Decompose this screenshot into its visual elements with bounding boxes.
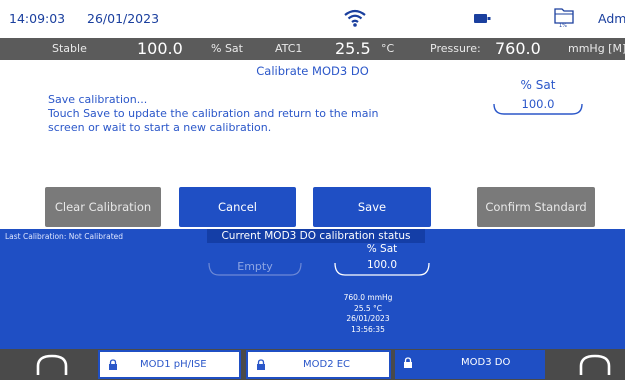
calibration-status-title: Current MOD3 DO calibration status (207, 229, 425, 243)
calibration-status-panel: Last Calibration: Not Calibrated Current… (0, 229, 625, 349)
calibration-time: 13:56:35 (351, 324, 385, 334)
calibration-date: 26/01/2023 (346, 314, 390, 323)
confirm-standard-button[interactable]: Confirm Standard (477, 187, 595, 227)
battery-icon (474, 14, 491, 23)
wifi-icon (344, 9, 366, 27)
empty-slot-bracket-icon (208, 262, 302, 276)
reading-unit: % Sat (211, 42, 243, 55)
calibrated-slot-bracket-icon (334, 262, 430, 276)
lock-icon (257, 359, 265, 370)
standard-bracket-icon (493, 103, 583, 115)
calibration-temperature: 25.5 °C (353, 303, 383, 313)
pressure-value: 760.0 (495, 39, 541, 58)
tab-mod3-do[interactable]: MOD3 DO (395, 350, 545, 379)
module-tab-bar: MOD1 pH/ISE MOD2 EC MOD3 DO (0, 349, 625, 380)
tab-label: MOD3 DO (461, 357, 511, 368)
user-name[interactable]: Admi (598, 11, 625, 26)
pressure-unit: mmHg [M] (568, 42, 625, 55)
save-button[interactable]: Save (313, 187, 431, 227)
temperature-unit: °C (381, 42, 395, 55)
clear-calibration-button[interactable]: Clear Calibration (45, 187, 161, 227)
lock-icon (109, 359, 117, 370)
atc-label: ATC1 (275, 42, 303, 55)
reading-bar: Stable 100.0 % Sat ATC1 25.5 °C Pressure… (0, 38, 625, 60)
calibrated-slot: % Sat 100.0 (333, 243, 431, 279)
tab-label: MOD2 EC (303, 359, 351, 370)
stability-status: Stable (52, 42, 87, 55)
tab-mod1-ph-ise[interactable]: MOD1 pH/ISE (98, 350, 241, 379)
calibration-message: Save calibration... Touch Save to update… (48, 93, 468, 135)
right-probe-button[interactable] (535, 349, 625, 380)
empty-slot: Empty (207, 253, 303, 277)
tab-mod2-ec[interactable]: MOD2 EC (246, 350, 391, 379)
message-line-3: screen or wait to start a new calibratio… (48, 121, 272, 134)
cancel-button[interactable]: Cancel (179, 187, 296, 227)
headset-icon (579, 354, 611, 375)
message-line-2: Touch Save to update the calibration and… (48, 107, 379, 120)
last-calibration-text: Last Calibration: Not Calibrated (5, 232, 124, 241)
storage-folder-icon[interactable]: 1% (553, 5, 575, 29)
reading-value: 100.0 (137, 39, 183, 58)
message-line-1: Save calibration... (48, 93, 148, 106)
status-bar: 14:09:03 26/01/2023 1% Admi (0, 0, 625, 38)
calibration-pressure: 760.0 mmHg (343, 293, 393, 302)
standard-value-display: % Sat 100.0 (492, 78, 584, 116)
calibration-point-info: 760.0 mmHg 25.5 °C 26/01/2023 13:56:35 (320, 293, 416, 335)
lock-icon (404, 357, 412, 368)
clock-time: 14:09:03 (9, 11, 66, 26)
storage-percent: 1% (559, 23, 567, 29)
calibrated-slot-unit: % Sat (366, 243, 398, 255)
clock-date: 26/01/2023 (87, 11, 160, 26)
page-title: Calibrate MOD3 DO (256, 64, 369, 78)
pressure-label: Pressure: (430, 42, 481, 55)
standard-unit-label: % Sat (520, 78, 556, 92)
temperature-value: 25.5 (335, 39, 371, 58)
headset-icon (36, 354, 68, 375)
left-probe-button[interactable] (0, 349, 90, 380)
tab-label: MOD1 pH/ISE (140, 359, 207, 370)
